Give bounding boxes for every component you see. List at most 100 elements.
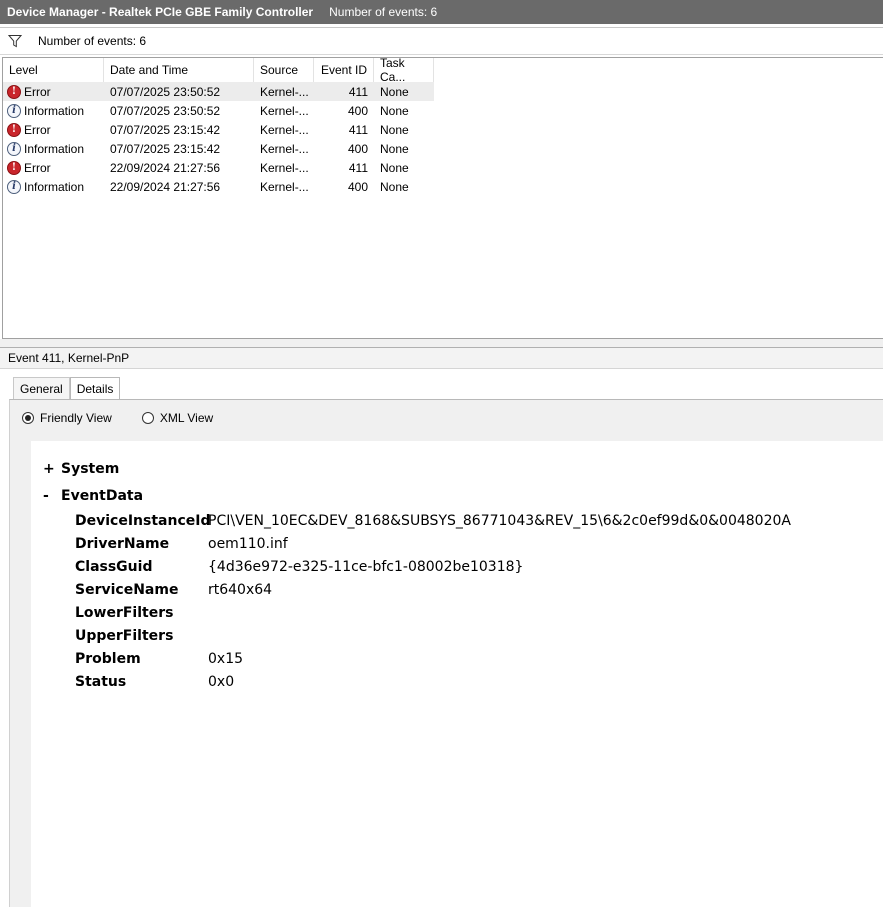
cell-level: ! Error [3, 160, 104, 175]
cell-level: i Information [3, 179, 104, 194]
eventdata-field: Problem 0x15 [75, 651, 243, 667]
cell-level: ! Error [3, 122, 104, 137]
detail-tabs: General Details [13, 377, 121, 400]
cell-task-category: None [380, 141, 409, 156]
event-list[interactable]: Level Date and Time Source Event ID Task… [2, 56, 883, 339]
system-section-toggle[interactable]: + System [43, 461, 119, 477]
eventdata-field: DeviceInstanceId PCI\VEN_10EC&DEV_8168&SU… [75, 513, 791, 529]
details-tab-panel: Friendly View XML View + System - EventD… [9, 399, 883, 908]
cell-event-id: 400 [347, 103, 368, 118]
cell-level: i Information [3, 141, 104, 156]
cell-task-category: None [380, 84, 409, 99]
filter-icon[interactable] [8, 34, 22, 48]
friendly-view-radio[interactable]: Friendly View [22, 411, 112, 425]
eventdata-field: UpperFilters [75, 628, 208, 644]
cell-event-id: 400 [347, 179, 368, 194]
system-section-label: System [61, 461, 120, 477]
cell-source: Kernel-... [260, 122, 309, 137]
event-detail-title: Event 411, Kernel-PnP [0, 347, 883, 369]
level-text: Information [24, 141, 85, 156]
window-title: Device Manager - Realtek PCIe GBE Family… [7, 5, 314, 19]
eventdata-section-toggle[interactable]: - EventData [43, 488, 143, 504]
table-row[interactable]: i Information 22/09/2024 21:27:56 Kernel-..… [3, 177, 434, 196]
level-text: Information [24, 179, 85, 194]
table-row[interactable]: ! Error 07/07/2025 23:15:42 Kernel-... 411 No… [3, 120, 434, 139]
column-header-source[interactable]: Source [254, 58, 314, 82]
tab-general[interactable]: General [13, 377, 70, 399]
level-text: Error [24, 160, 51, 175]
field-key: Problem [75, 651, 141, 667]
tab-details[interactable]: Details [69, 377, 121, 400]
cell-source: Kernel-... [260, 179, 309, 194]
field-key: ClassGuid [75, 559, 153, 575]
column-header-level[interactable]: Level [3, 58, 104, 82]
eventdata-field: DriverName oem110.inf [75, 536, 288, 552]
field-key: UpperFilters [75, 628, 174, 644]
field-key: DriverName [75, 536, 170, 552]
pane-splitter[interactable] [0, 339, 883, 347]
error-icon: ! [7, 84, 21, 99]
filter-toolbar: Number of events: 6 [0, 27, 883, 55]
view-mode-options: Friendly View XML View [22, 411, 243, 425]
event-list-header: Level Date and Time Source Event ID Task… [3, 56, 434, 84]
cell-date-time: 07/07/2025 23:15:42 [110, 141, 221, 156]
field-value: 0x0 [208, 674, 235, 690]
eventdata-field: ClassGuid {4d36e972-e325-11ce-bfc1-08002b… [75, 559, 523, 575]
information-icon: i [7, 179, 21, 194]
cell-event-id: 400 [347, 141, 368, 156]
eventdata-section-label: EventData [61, 488, 144, 504]
table-row[interactable]: ! Error 07/07/2025 23:50:52 Kernel-... 411 No… [3, 82, 434, 101]
error-icon: ! [7, 122, 21, 137]
cell-task-category: None [380, 160, 409, 175]
error-icon: ! [7, 160, 21, 175]
friendly-view-content: + System - EventData DeviceInstanceId PCI… [31, 441, 883, 908]
level-text: Error [24, 84, 51, 99]
column-header-event-id[interactable]: Event ID [314, 58, 374, 82]
cell-source: Kernel-... [260, 160, 309, 175]
information-icon: i [7, 103, 21, 118]
event-rows: ! Error 07/07/2025 23:50:52 Kernel-... 411 No… [3, 82, 434, 196]
cell-level: i Information [3, 103, 104, 118]
eventdata-field: Status 0x0 [75, 674, 234, 690]
cell-task-category: None [380, 103, 409, 118]
level-text: Information [24, 103, 85, 118]
cell-date-time: 22/09/2024 21:27:56 [110, 160, 221, 175]
titlebar-event-count: Number of events: 6 [329, 5, 438, 19]
cell-event-id: 411 [348, 160, 368, 175]
field-value: rt640x64 [208, 582, 273, 598]
table-row[interactable]: ! Error 22/09/2024 21:27:56 Kernel-... 411 No… [3, 158, 434, 177]
table-row[interactable]: i Information 07/07/2025 23:50:52 Kernel-..… [3, 101, 434, 120]
cell-event-id: 411 [348, 84, 368, 99]
radio-selected-icon [22, 412, 34, 424]
column-header-task-category[interactable]: Task Ca... [374, 56, 434, 84]
cell-source: Kernel-... [260, 103, 309, 118]
field-value: oem110.inf [208, 536, 288, 552]
cell-date-time: 07/07/2025 23:15:42 [110, 122, 221, 137]
field-key: Status [75, 674, 127, 690]
field-value: PCI\VEN_10EC&DEV_8168&SUBSYS_86771043&RE… [208, 513, 791, 529]
window-titlebar: Device Manager - Realtek PCIe GBE Family… [0, 0, 883, 24]
field-key: DeviceInstanceId [75, 513, 211, 529]
cell-date-time: 07/07/2025 23:50:52 [110, 84, 221, 99]
eventdata-field: ServiceName rt640x64 [75, 582, 272, 598]
eventdata-field: LowerFilters [75, 605, 208, 621]
expand-icon: + [43, 461, 55, 477]
cell-date-time: 07/07/2025 23:50:52 [110, 103, 221, 118]
field-key: ServiceName [75, 582, 179, 598]
information-icon: i [7, 141, 21, 156]
friendly-view-label: Friendly View [40, 411, 112, 425]
level-text: Error [24, 122, 51, 137]
field-value: {4d36e972-e325-11ce-bfc1-08002be10318} [208, 559, 524, 575]
table-row[interactable]: i Information 07/07/2025 23:15:42 Kernel-..… [3, 139, 434, 158]
event-count-label: Number of events: 6 [38, 34, 147, 48]
radio-unselected-icon [141, 412, 154, 424]
field-key: LowerFilters [75, 605, 174, 621]
xml-view-label: XML View [159, 411, 214, 425]
field-value: 0x15 [208, 651, 244, 667]
cell-level: ! Error [3, 84, 104, 99]
cell-event-id: 411 [348, 122, 368, 137]
collapse-icon: - [43, 488, 49, 504]
cell-task-category: None [380, 179, 409, 194]
xml-view-radio[interactable]: XML View [141, 411, 214, 425]
column-header-date-time[interactable]: Date and Time [104, 58, 254, 82]
